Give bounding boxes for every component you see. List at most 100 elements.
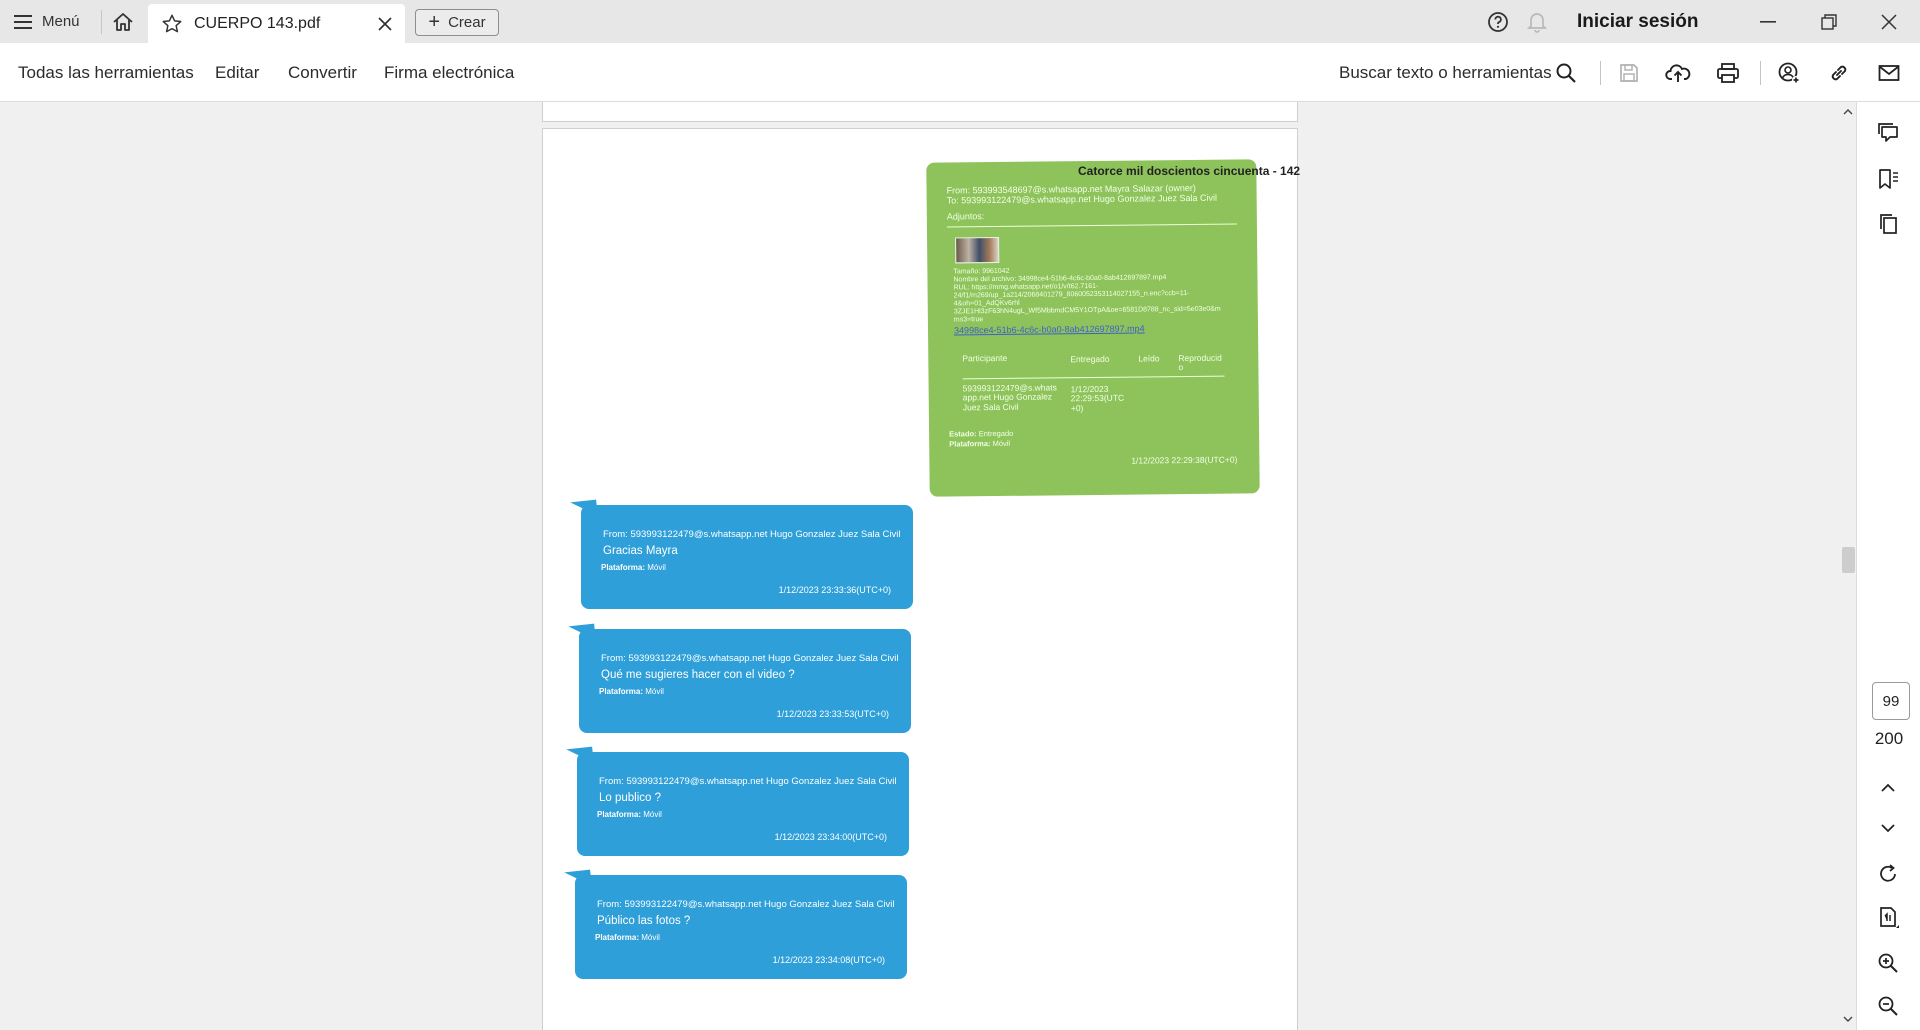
bubble-from: From: 593993122479@s.whatsapp.net Hugo G…	[603, 529, 901, 540]
share-user-icon[interactable]	[1775, 59, 1803, 87]
document-tab[interactable]: CUERPO 143.pdf	[148, 4, 405, 43]
scroll-down-arrow-icon[interactable]	[1843, 1014, 1853, 1024]
message-timestamp: 1/12/2023 22:29:38(UTC+0)	[1131, 454, 1238, 466]
status-label: Estado:	[949, 429, 977, 439]
platform-value: Móvil	[647, 563, 666, 572]
bubble-platform: Plataforma: Móvil	[595, 933, 660, 942]
pdf-page: From: 593993548697@s.whatsapp.net Mayra …	[542, 128, 1301, 1030]
chat-bubble: From: 593993122479@s.whatsapp.net Hugo G…	[575, 875, 907, 979]
search-tools-label[interactable]: Buscar texto o herramientas	[1339, 43, 1552, 102]
scroll-thumb[interactable]	[1842, 547, 1855, 573]
bubble-timestamp: 1/12/2023 23:33:53(UTC+0)	[776, 709, 889, 719]
platform-label: Plataforma:	[597, 810, 642, 819]
bubble-platform: Plataforma: Móvil	[597, 810, 662, 819]
document-viewport[interactable]: From: 593993548697@s.whatsapp.net Mayra …	[0, 102, 1840, 1030]
file-line: 24/f1/m269/up_1a214/2068401279_806005235…	[953, 289, 1190, 300]
email-icon[interactable]	[1875, 59, 1903, 87]
chat-bubble: From: 593993122479@s.whatsapp.net Hugo G…	[579, 629, 911, 733]
divider	[1760, 61, 1761, 85]
chat-bubble: From: 593993122479@s.whatsapp.net Hugo G…	[577, 752, 909, 856]
platform-value: Móvil	[992, 438, 1011, 449]
right-side-rail: 200	[1856, 102, 1920, 1030]
scroll-up-arrow-icon[interactable]	[1843, 106, 1853, 116]
platform-value: Móvil	[643, 810, 662, 819]
divider-line	[946, 223, 1237, 228]
upload-cloud-icon[interactable]	[1664, 59, 1692, 87]
zoom-out-icon[interactable]	[1873, 991, 1903, 1021]
bubble-timestamp: 1/12/2023 23:34:00(UTC+0)	[774, 832, 887, 842]
notifications-bell-icon[interactable]	[1523, 0, 1551, 43]
bubble-from: From: 593993122479@s.whatsapp.net Hugo G…	[601, 653, 899, 664]
title-bar: Menú CUERPO 143.pdf + Crear Iniciar sesi…	[0, 0, 1920, 43]
all-tools-link[interactable]: Todas las herramientas	[18, 43, 194, 102]
tab-title: CUERPO 143.pdf	[194, 14, 321, 32]
previous-page	[542, 102, 1298, 122]
platform-value: Móvil	[641, 933, 660, 942]
menu-button[interactable]: Menú	[14, 0, 80, 43]
platform-value: Móvil	[645, 687, 664, 696]
plus-icon: +	[428, 10, 441, 33]
status-line: Estado: Entregado	[949, 429, 1013, 439]
bubble-text: Gracias Mayra	[603, 545, 678, 557]
save-icon[interactable]	[1615, 59, 1643, 87]
link-icon[interactable]	[1825, 59, 1853, 87]
total-pages: 200	[1874, 729, 1904, 748]
platform-label: Plataforma:	[595, 933, 640, 942]
zoom-in-icon[interactable]	[1873, 948, 1903, 978]
file-line: Tamaño: 9961042	[953, 267, 1010, 276]
print-icon[interactable]	[1714, 59, 1742, 87]
menu-label: Menú	[42, 13, 80, 30]
home-icon	[113, 13, 133, 31]
create-label: Crear	[448, 14, 486, 31]
bookmarks-icon[interactable]	[1873, 164, 1903, 194]
platform-line: Plataforma: Móvil	[949, 438, 1011, 449]
table-cell-delivered: 1/12/2023 22:29:53(UTC +0)	[1070, 383, 1125, 413]
signin-button[interactable]: Iniciar sesión	[1577, 0, 1698, 43]
table-header-read: Leído	[1138, 353, 1160, 364]
bubble-text: Qué me sugieres hacer con el video ?	[601, 669, 795, 681]
chat-bubble: From: 593993122479@s.whatsapp.net Hugo G…	[581, 505, 913, 609]
video-thumbnail[interactable]	[955, 236, 1000, 264]
attachment-file-link[interactable]: 34998ce4-51b6-4c6c-b0a0-8ab412697897.mp4	[954, 323, 1145, 336]
e-signature-link[interactable]: Firma electrónica	[384, 43, 514, 102]
help-icon[interactable]	[1484, 0, 1512, 43]
home-button[interactable]	[110, 9, 136, 35]
divider	[1600, 61, 1601, 85]
platform-label: Plataforma:	[949, 439, 991, 449]
convert-link[interactable]: Convertir	[288, 43, 357, 102]
star-icon[interactable]	[160, 12, 184, 36]
edit-link[interactable]: Editar	[215, 43, 259, 102]
page-fit-icon[interactable]	[1873, 903, 1903, 933]
search-icon[interactable]	[1552, 59, 1580, 87]
file-line: ms3=true	[953, 316, 984, 324]
pages-icon[interactable]	[1873, 209, 1903, 239]
bubble-timestamp: 1/12/2023 23:33:36(UTC+0)	[778, 585, 891, 595]
rotate-icon[interactable]	[1873, 859, 1903, 889]
bubble-from: From: 593993122479@s.whatsapp.net Hugo G…	[599, 776, 897, 787]
table-header-delivered: Entregado	[1070, 353, 1110, 365]
bubble-from: From: 593993122479@s.whatsapp.net Hugo G…	[597, 899, 895, 910]
bubble-platform: Plataforma: Móvil	[599, 687, 664, 696]
bubble-timestamp: 1/12/2023 23:34:08(UTC+0)	[772, 955, 885, 965]
create-button[interactable]: + Crear	[415, 9, 499, 36]
page-header-text: Catorce mil doscientos cincuenta - 142	[1078, 164, 1301, 178]
vertical-scrollbar[interactable]	[1840, 102, 1856, 1030]
page-number-input[interactable]	[1872, 682, 1910, 720]
bubble-platform: Plataforma: Móvil	[601, 563, 666, 572]
next-page-chevron-down-icon[interactable]	[1873, 813, 1903, 843]
close-icon[interactable]	[375, 14, 395, 34]
table-header-played: Reproducid o	[1178, 352, 1222, 373]
table-divider	[962, 375, 1225, 380]
previous-page-chevron-up-icon[interactable]	[1873, 772, 1903, 802]
bubble-text: Público las fotos ?	[597, 915, 691, 927]
table-header-participant: Participante	[962, 352, 1008, 364]
window-close-icon[interactable]	[1875, 0, 1903, 43]
divider	[101, 10, 102, 34]
platform-label: Plataforma:	[601, 563, 646, 572]
table-cell-participant: 593993122479@s.whats app.net Hugo Gonzal…	[962, 382, 1057, 413]
comments-icon[interactable]	[1873, 118, 1903, 148]
minimize-icon[interactable]	[1754, 0, 1782, 43]
bubble-text: Lo publico ?	[599, 792, 662, 804]
file-line: 3ZJE1Hl3zF63hN4ugL_Wf5MbbmdCM5Y1OTpA&oe=…	[953, 305, 1221, 316]
restore-icon[interactable]	[1815, 0, 1843, 43]
